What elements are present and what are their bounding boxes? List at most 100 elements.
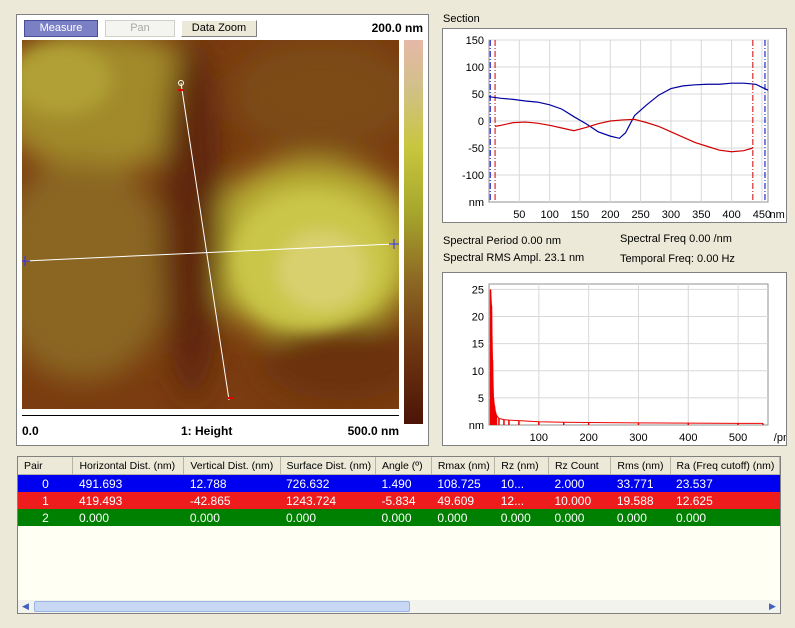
- data-zoom-button[interactable]: Data Zoom: [181, 20, 257, 37]
- x-tick-label: 100: [540, 209, 558, 221]
- pan-button[interactable]: Pan: [105, 20, 175, 37]
- plot-area: [488, 283, 769, 426]
- y-tick-label: 5: [478, 393, 484, 405]
- y-tick-label: 50: [472, 89, 484, 101]
- table-cell: 1243.724: [286, 493, 337, 508]
- scrollbar-thumb[interactable]: [34, 601, 410, 612]
- table-cell: 2: [42, 510, 49, 525]
- y-tick-label: -50: [468, 143, 484, 155]
- x-tick-label: nm: [769, 209, 784, 221]
- image-footer: 0.0 1: Height 500.0 nm: [22, 415, 399, 444]
- x-tick-label: 400: [679, 432, 697, 444]
- table-cell: 108.725: [437, 476, 481, 491]
- table-cell: 491.693: [78, 476, 123, 491]
- table-cell: 23.537: [676, 476, 713, 491]
- table-header-row: Pair Horizontal Dist. (nm) Vertical Dist…: [18, 457, 780, 475]
- col-header-horizontal-dist[interactable]: Horizontal Dist. (nm): [72, 457, 185, 475]
- scroll-left-icon[interactable]: ◀: [19, 600, 32, 613]
- table-cell: 33.771: [616, 476, 654, 491]
- table-cell: 1: [42, 493, 49, 508]
- temporal-freq-label: Temporal Freq: 0.00 Hz: [620, 253, 735, 265]
- table-cell: 0.000: [189, 510, 220, 525]
- y-tick-label: 25: [472, 284, 484, 296]
- x-tick-label: 200: [579, 432, 597, 444]
- measurement-table: Pair Horizontal Dist. (nm) Vertical Dist…: [18, 457, 780, 526]
- table-cell: 19.588: [616, 493, 654, 508]
- spectral-period-label: Spectral Period 0.00 nm: [443, 235, 562, 247]
- power-spectrum-chart[interactable]: 25 20 15 10 5 nm 100 200 300 400 500/pm: [443, 273, 786, 445]
- y-tick-label: 100: [466, 62, 484, 74]
- spectral-rms-label: Spectral RMS Ampl. 23.1 nm: [443, 252, 585, 264]
- x-tick-label: 200: [601, 209, 619, 221]
- y-tick-label: nm: [469, 420, 484, 432]
- height-image-panel: Measure Pan Data Zoom 200.0 nm 0.0 1: He…: [16, 14, 429, 446]
- table-row[interactable]: 0 491.693 12.788 726.632 1.490 108.725 10... 2.…: [18, 474, 780, 492]
- x-tick-label: 500: [729, 432, 747, 444]
- measurement-table-panel: Pair Horizontal Dist. (nm) Vertical Dist…: [17, 456, 781, 614]
- z-range-label: 200.0 nm: [371, 21, 423, 35]
- col-header-rz[interactable]: Rz (nm): [494, 457, 549, 475]
- x-tick-label: 300: [662, 209, 680, 221]
- x-tick-label: /pm: [774, 432, 786, 444]
- col-header-rz-count[interactable]: Rz Count: [548, 457, 612, 475]
- col-header-angle[interactable]: Angle (º): [375, 457, 432, 475]
- table-cell: 0.000: [78, 510, 109, 525]
- x-max-label: 500.0 nm: [347, 424, 399, 438]
- table-cell: 12...: [500, 493, 525, 508]
- table-cell: -42.865: [189, 493, 231, 508]
- table-cell: 0.000: [286, 510, 317, 525]
- table-cell: 10...: [500, 476, 525, 491]
- measure-button[interactable]: Measure: [24, 20, 98, 37]
- x-min-label: 0.0: [22, 424, 39, 438]
- table-cell: 1.490: [381, 476, 412, 491]
- table-cell: 12.625: [676, 493, 713, 508]
- spectral-freq-label: Spectral Freq 0.00 /nm: [620, 233, 732, 245]
- section-plot-panel: 150 100 50 0 -50 -100 nm 50 100 150 200 250 300 350 40…: [442, 28, 787, 223]
- table-cell: 2.000: [554, 476, 585, 491]
- table-cell: 10.000: [554, 493, 592, 508]
- y-tick-label: 150: [466, 35, 484, 47]
- table-cell: 0.000: [437, 510, 468, 525]
- x-tick-label: 150: [571, 209, 589, 221]
- x-tick-label: 300: [629, 432, 647, 444]
- y-tick-label: 20: [472, 312, 484, 324]
- table-cell: 0.000: [676, 510, 707, 525]
- col-header-pair[interactable]: Pair: [18, 457, 74, 475]
- x-tick-label: 250: [631, 209, 649, 221]
- scroll-right-icon[interactable]: ▶: [766, 600, 779, 613]
- section-title: Section: [443, 13, 480, 25]
- col-header-ra[interactable]: Ra (Freq cutoff) (nm): [670, 457, 780, 475]
- y-tick-label: 15: [472, 339, 484, 351]
- spectrum-plot-panel: 25 20 15 10 5 nm 100 200 300 400 500/pm: [442, 272, 787, 446]
- table-cell: 419.493: [78, 493, 123, 508]
- col-header-surface-dist[interactable]: Surface Dist. (nm): [280, 457, 376, 475]
- x-tick-label: 350: [692, 209, 710, 221]
- height-image[interactable]: [22, 40, 399, 409]
- table-cell: 49.609: [437, 493, 475, 508]
- table-cell: -5.834: [381, 493, 416, 508]
- y-tick-label: 10: [472, 366, 484, 378]
- table-cell: 0.000: [616, 510, 647, 525]
- channel-label: 1: Height: [181, 424, 233, 438]
- table-cell: 0: [42, 476, 49, 491]
- y-tick-label: 0: [478, 116, 484, 128]
- table-row[interactable]: 2 0.000 0.000 0.000 0.000 0.000 0.000 0.000 0.00…: [18, 509, 780, 526]
- col-header-rmax[interactable]: Rmax (nm): [431, 457, 496, 475]
- table-cell: 0.000: [381, 510, 412, 525]
- color-scale-bar: [404, 40, 423, 424]
- table-cell: 12.788: [189, 476, 227, 491]
- x-tick-label: 400: [722, 209, 740, 221]
- section-profile-chart[interactable]: 150 100 50 0 -50 -100 nm 50 100 150 200 250 300 350 40…: [443, 29, 786, 222]
- table-cell: 0.000: [500, 510, 531, 525]
- y-tick-label: nm: [469, 197, 484, 209]
- x-tick-label: 450: [753, 209, 771, 221]
- table-cell: 726.632: [286, 476, 330, 491]
- horizontal-scrollbar[interactable]: ◀ ▶: [18, 600, 780, 613]
- table-cell: 0.000: [554, 510, 585, 525]
- col-header-vertical-dist[interactable]: Vertical Dist. (nm): [183, 457, 281, 475]
- col-header-rms[interactable]: Rms (nm): [610, 457, 671, 475]
- y-tick-label: -100: [462, 170, 484, 182]
- x-tick-label: 50: [513, 209, 525, 221]
- x-tick-label: 100: [530, 432, 548, 444]
- table-row[interactable]: 1 419.493 -42.865 1243.724 -5.834 49.609 12...…: [18, 492, 780, 509]
